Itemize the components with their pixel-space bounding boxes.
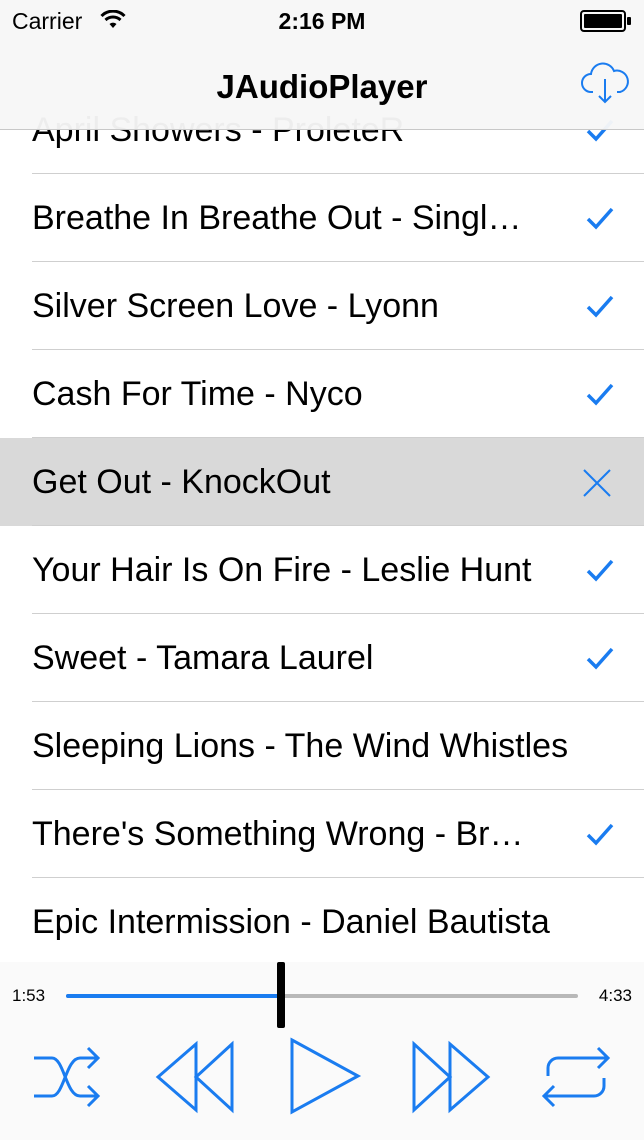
checkmark-icon (586, 207, 614, 230)
checkmark-icon (586, 295, 614, 318)
track-row[interactable]: Sleeping Lions - The Wind Whistles (0, 702, 644, 790)
track-label: Epic Intermission - Daniel Bautista (32, 903, 550, 941)
track-row[interactable]: Your Hair Is On Fire - Leslie Hunt (0, 526, 644, 614)
fast-forward-icon (412, 1040, 491, 1114)
track-list[interactable]: April Showers - ProleteR Breathe In Brea… (0, 86, 644, 962)
track-label: Your Hair Is On Fire - Leslie Hunt (32, 551, 532, 589)
navigation-bar: JAudioPlayer (0, 42, 644, 130)
track-row[interactable]: Epic Intermission - Daniel Bautista (0, 878, 644, 962)
page-title: JAudioPlayer (216, 68, 428, 105)
checkmark-icon (586, 383, 614, 406)
play-icon (290, 1037, 362, 1115)
cloud-download-icon (581, 62, 629, 104)
track-label: Silver Screen Love - Lyonn (32, 287, 439, 325)
shuffle-button[interactable] (30, 1034, 104, 1124)
rewind-icon (155, 1040, 234, 1114)
track-label: There's Something Wrong - Br… (32, 815, 524, 853)
progress-fill (66, 994, 281, 998)
fast-forward-button[interactable] (408, 1034, 492, 1124)
cloud-download-button[interactable] (580, 62, 630, 108)
track-row[interactable]: There's Something Wrong - Br… (0, 790, 644, 878)
track-row[interactable]: Silver Screen Love - Lyonn (0, 262, 644, 350)
track-label: Get Out - KnockOut (32, 463, 331, 501)
rewind-button[interactable] (154, 1034, 238, 1124)
track-row[interactable]: Sweet - Tamara Laurel (0, 614, 644, 702)
checkmark-icon (586, 559, 614, 582)
repeat-icon (541, 1046, 611, 1108)
track-label: Sweet - Tamara Laurel (32, 639, 374, 677)
progress-scrubber[interactable] (277, 962, 285, 1028)
status-bar: Carrier 2:16 PM (0, 0, 644, 42)
shuffle-icon (34, 1046, 101, 1108)
repeat-button[interactable] (538, 1034, 614, 1124)
track-label: Breathe In Breathe Out - Singl… (32, 199, 522, 237)
track-row[interactable]: Breathe In Breathe Out - Singl… (0, 174, 644, 262)
track-label: Sleeping Lions - The Wind Whistles (32, 727, 569, 765)
player-controls-panel: 1:53 4:33 (0, 962, 644, 1140)
close-icon[interactable] (582, 468, 612, 498)
track-label: Cash For Time - Nyco (32, 375, 363, 413)
track-row[interactable]: Cash For Time - Nyco (0, 350, 644, 438)
playback-controls (0, 1034, 644, 1134)
remaining-time: 4:33 (598, 986, 632, 1005)
track-row-selected[interactable]: Get Out - KnockOut (0, 438, 644, 526)
checkmark-icon (586, 647, 614, 670)
battery-icon (580, 10, 632, 37)
status-time: 2:16 PM (278, 8, 366, 34)
elapsed-time: 1:53 (12, 986, 46, 1005)
checkmark-icon (586, 823, 614, 846)
play-button[interactable] (286, 1034, 366, 1124)
